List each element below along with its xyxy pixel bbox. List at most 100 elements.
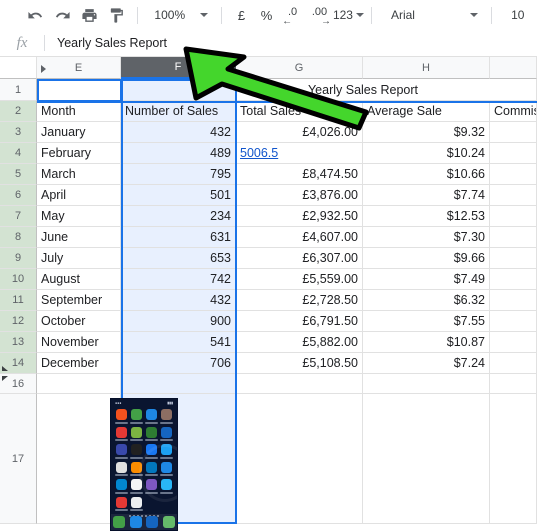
cell-F13[interactable]: 541 <box>121 332 236 353</box>
row-header-7[interactable]: 7 <box>0 206 37 227</box>
cell-F7[interactable]: 234 <box>121 206 236 227</box>
column-header-I[interactable] <box>490 57 537 79</box>
cell-F6[interactable]: 501 <box>121 185 236 206</box>
cell-F4[interactable]: 489 <box>121 143 236 164</box>
cell-I16[interactable] <box>490 374 537 394</box>
cell-E13[interactable]: November <box>37 332 121 353</box>
cell-H11[interactable]: $6.32 <box>363 290 490 311</box>
cell-H13[interactable]: $10.87 <box>363 332 490 353</box>
cell-I9[interactable] <box>490 248 537 269</box>
column-header-G[interactable]: G <box>236 57 363 79</box>
cell-G9[interactable]: £6,307.00 <box>236 248 363 269</box>
undo-icon[interactable] <box>22 2 49 28</box>
font-size-selector[interactable]: 10 <box>499 3 537 27</box>
cell-I8[interactable] <box>490 227 537 248</box>
cell-E12[interactable]: October <box>37 311 121 332</box>
cell-E1[interactable] <box>37 79 121 101</box>
cell-F14[interactable]: 706 <box>121 353 236 374</box>
cell-E2[interactable]: Month <box>37 101 121 122</box>
cell-F1[interactable] <box>121 79 236 101</box>
cell-I4[interactable] <box>490 143 537 164</box>
cell-I13[interactable] <box>490 332 537 353</box>
font-family-selector[interactable]: Arial <box>379 3 484 27</box>
cell-F3[interactable]: 432 <box>121 122 236 143</box>
cell-G14[interactable]: £5,108.50 <box>236 353 363 374</box>
increase-decimal-button[interactable]: .00 → <box>306 3 333 27</box>
cell-I2[interactable]: Commis <box>490 101 537 122</box>
cell-F16[interactable] <box>121 374 236 394</box>
column-header-F[interactable]: F <box>121 57 236 79</box>
cell-E4[interactable]: February <box>37 143 121 164</box>
cell-I10[interactable] <box>490 269 537 290</box>
row-header-5[interactable]: 5 <box>0 164 37 185</box>
cell-H9[interactable]: $9.66 <box>363 248 490 269</box>
cell-E11[interactable]: September <box>37 290 121 311</box>
cell-G1[interactable]: Yearly Sales Report <box>236 79 490 101</box>
zoom-dropdown-chevron-down-icon[interactable] <box>187 2 214 28</box>
column-header-E[interactable]: E <box>37 57 121 79</box>
column-menu-chevron-right-icon[interactable] <box>41 65 46 73</box>
row-header-1[interactable]: 1 <box>0 79 37 101</box>
cell-F2[interactable]: Number of Sales <box>121 101 236 122</box>
cell-I5[interactable] <box>490 164 537 185</box>
row-header-14[interactable]: 14 <box>0 353 37 374</box>
cell-F10[interactable]: 742 <box>121 269 236 290</box>
select-all-corner[interactable] <box>0 57 37 79</box>
cell-H14[interactable]: $7.24 <box>363 353 490 374</box>
cell-E5[interactable]: March <box>37 164 121 185</box>
row-header-12[interactable]: 12 <box>0 311 37 332</box>
cell-I6[interactable] <box>490 185 537 206</box>
smartphone-home-screen-screenshot[interactable]: ●●● ▮▮▮ <box>110 398 178 531</box>
row-header-11[interactable]: 11 <box>0 290 37 311</box>
cell-H6[interactable]: $7.74 <box>363 185 490 206</box>
cell-E14[interactable]: December <box>37 353 121 374</box>
row-header-16[interactable]: 16 <box>0 374 37 394</box>
cell-I17[interactable] <box>490 394 537 524</box>
cell-I14[interactable] <box>490 353 537 374</box>
cell-F5[interactable]: 795 <box>121 164 236 185</box>
cell-G17[interactable] <box>236 394 363 524</box>
cell-I7[interactable] <box>490 206 537 227</box>
cell-G11[interactable]: £2,728.50 <box>236 290 363 311</box>
cell-G16[interactable] <box>236 374 363 394</box>
cell-E7[interactable]: May <box>37 206 121 227</box>
cell-G2[interactable]: Total Sales <box>236 101 363 122</box>
row-header-8[interactable]: 8 <box>0 227 37 248</box>
cell-I1[interactable] <box>490 79 537 101</box>
paint-format-icon[interactable] <box>103 2 130 28</box>
cell-H7[interactable]: $12.53 <box>363 206 490 227</box>
cell-I11[interactable] <box>490 290 537 311</box>
cell-F8[interactable]: 631 <box>121 227 236 248</box>
decrease-decimal-button[interactable]: .0 ← <box>279 3 306 27</box>
row-header-10[interactable]: 10 <box>0 269 37 290</box>
cell-I3[interactable] <box>490 122 537 143</box>
cell-F11[interactable]: 432 <box>121 290 236 311</box>
cell-E10[interactable]: August <box>37 269 121 290</box>
cell-H10[interactable]: $7.49 <box>363 269 490 290</box>
cell-G4[interactable]: 5006.5 <box>236 143 363 164</box>
row-header-6[interactable]: 6 <box>0 185 37 206</box>
cell-H17[interactable] <box>363 394 490 524</box>
cell-F9[interactable]: 653 <box>121 248 236 269</box>
cell-H12[interactable]: $7.55 <box>363 311 490 332</box>
cell-G3[interactable]: £4,026.00 <box>236 122 363 143</box>
print-icon[interactable] <box>76 2 103 28</box>
cell-E9[interactable]: July <box>37 248 121 269</box>
cell-G5[interactable]: £8,474.50 <box>236 164 363 185</box>
cell-E3[interactable]: January <box>37 122 121 143</box>
cell-H4[interactable]: $10.24 <box>363 143 490 164</box>
cell-I12[interactable] <box>490 311 537 332</box>
zoom-level-label[interactable]: 100% <box>145 3 187 27</box>
redo-icon[interactable] <box>49 2 76 28</box>
formula-input[interactable]: Yearly Sales Report <box>45 30 537 56</box>
cell-G13[interactable]: £5,882.00 <box>236 332 363 353</box>
percent-format-button[interactable]: % <box>254 3 279 27</box>
cell-G10[interactable]: £5,559.00 <box>236 269 363 290</box>
cell-E17[interactable] <box>37 394 121 524</box>
column-header-H[interactable]: H <box>363 57 490 79</box>
cell-G12[interactable]: £6,791.50 <box>236 311 363 332</box>
cell-E8[interactable]: June <box>37 227 121 248</box>
cell-H5[interactable]: $10.66 <box>363 164 490 185</box>
cell-H8[interactable]: $7.30 <box>363 227 490 248</box>
cell-G7[interactable]: £2,932.50 <box>236 206 363 227</box>
